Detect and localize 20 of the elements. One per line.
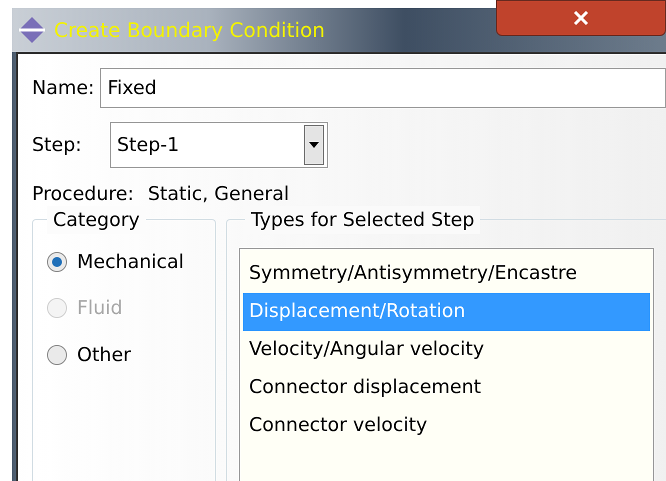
procedure-label: Procedure: (32, 182, 134, 207)
app-icon (18, 16, 46, 44)
name-field[interactable]: Fixed (100, 68, 666, 108)
step-dropdown[interactable]: Step-1 (110, 122, 328, 168)
list-item[interactable]: Symmetry/Antisymmetry/Encastre (243, 254, 650, 292)
types-title: Types for Selected Step (245, 206, 480, 234)
radio-button[interactable] (47, 252, 67, 272)
window-title: Create Boundary Condition (54, 17, 325, 44)
list-item[interactable]: Connector displacement (243, 368, 650, 406)
radio-label: Other (77, 342, 131, 368)
procedure-value: Static, General (148, 182, 290, 207)
radio-label: Mechanical (77, 250, 184, 274)
name-label: Name: (32, 76, 94, 101)
radio-button[interactable] (47, 344, 67, 365)
list-item[interactable]: Connector velocity (243, 406, 650, 444)
close-button[interactable] (496, 0, 666, 36)
close-icon (573, 11, 589, 25)
radio-label: Fluid (77, 296, 123, 321)
list-item[interactable]: Velocity/Angular velocity (243, 330, 650, 368)
step-label: Step: (32, 132, 83, 158)
